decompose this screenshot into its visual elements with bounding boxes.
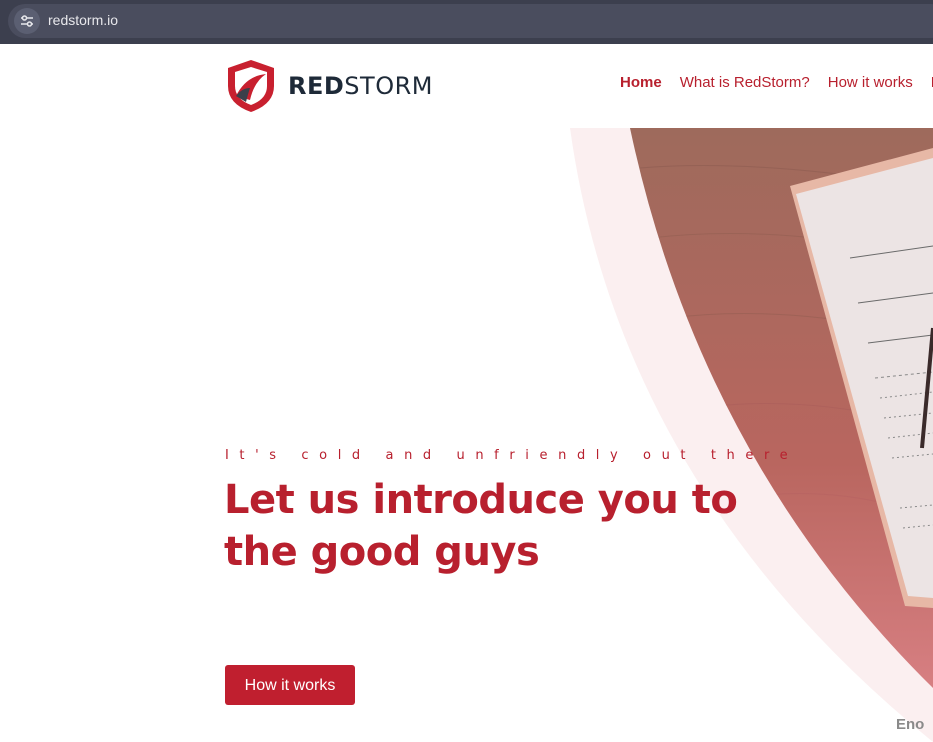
- page: REDSTORM Home What is RedStorm? How it w…: [0, 44, 933, 742]
- nav-item-what-is-redstorm[interactable]: What is RedStorm?: [680, 74, 810, 91]
- hero-headline: Let us introduce you to the good guys: [224, 477, 738, 575]
- url-text[interactable]: redstorm.io: [48, 12, 118, 28]
- hero-eyebrow: It's cold and unfriendly out there: [225, 448, 799, 463]
- brand-logo[interactable]: REDSTORM: [224, 58, 433, 114]
- nav-item-home[interactable]: Home: [620, 74, 662, 91]
- shield-icon: [228, 60, 274, 112]
- logo-text-bold: RED: [288, 72, 345, 100]
- address-bar[interactable]: [8, 4, 933, 38]
- hero-image: [570, 128, 933, 742]
- how-it-works-button[interactable]: How it works: [225, 665, 355, 705]
- browser-toolbar: redstorm.io: [0, 0, 933, 44]
- site-info-button[interactable]: [14, 8, 40, 34]
- logo-wordmark: REDSTORM: [288, 72, 433, 100]
- tune-icon: [21, 15, 33, 27]
- corner-widget-text: Eno: [896, 716, 925, 733]
- main-nav: Home What is RedStorm? How it works F: [620, 74, 933, 91]
- nav-item-how-it-works[interactable]: How it works: [828, 74, 913, 91]
- logo-text-light: STORM: [344, 72, 433, 100]
